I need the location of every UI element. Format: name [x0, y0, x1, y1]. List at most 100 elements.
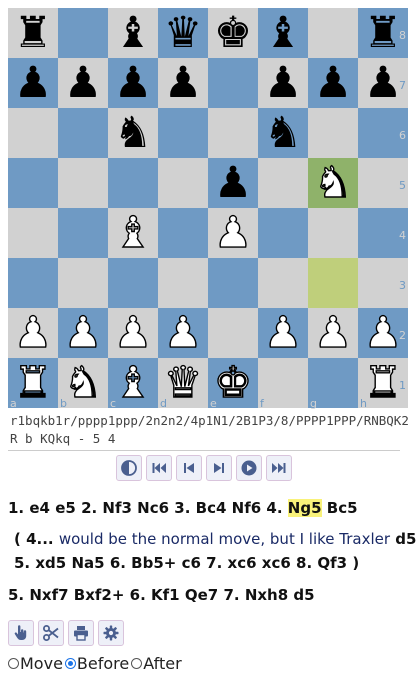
move[interactable]: Qe7	[185, 586, 218, 604]
square-c7[interactable]: ♟	[108, 58, 158, 108]
variation-move[interactable]: Na5	[71, 554, 104, 572]
square-b1[interactable]: ♞ b	[58, 357, 108, 410]
square-a2[interactable]: ♟	[8, 307, 58, 359]
square-h7[interactable]: ♟ 7	[358, 58, 408, 108]
square-g6[interactable]	[308, 108, 358, 158]
white-bishop-icon[interactable]: ♝	[108, 207, 158, 258]
square-f8[interactable]: ♝	[258, 8, 308, 58]
radio-move[interactable]	[8, 658, 19, 669]
square-c8[interactable]: ♝	[108, 8, 158, 58]
square-h4[interactable]: 4	[358, 208, 408, 258]
square-a7[interactable]: ♟	[8, 58, 58, 108]
move[interactable]: 7. Nxh8	[223, 586, 288, 604]
current-move[interactable]: Ng5	[287, 499, 322, 517]
square-a8[interactable]: ♜	[8, 8, 58, 58]
prev-move-button[interactable]	[176, 455, 202, 481]
black-knight-icon[interactable]: ♞	[258, 108, 308, 158]
square-f7[interactable]: ♟	[258, 58, 308, 108]
square-h3[interactable]: 3	[358, 258, 408, 308]
black-bishop-icon[interactable]: ♝	[258, 8, 308, 58]
move[interactable]: 1. e4	[8, 499, 50, 517]
variation-move[interactable]: 7. xc6	[206, 554, 256, 572]
variation-move[interactable]: xc6	[262, 554, 291, 572]
square-e3[interactable]	[208, 258, 258, 308]
black-king-icon[interactable]: ♚	[208, 8, 258, 58]
square-d5[interactable]	[158, 158, 208, 208]
square-g1[interactable]: g	[308, 358, 358, 410]
move[interactable]: 3. Bc4	[174, 499, 226, 517]
square-c2[interactable]: ♟	[108, 307, 158, 359]
variation-move[interactable]: c6	[182, 554, 201, 572]
move[interactable]: e5	[55, 499, 76, 517]
square-b6[interactable]	[58, 108, 108, 158]
next-move-button[interactable]	[206, 455, 232, 481]
square-f2[interactable]: ♟	[258, 307, 308, 359]
square-g4[interactable]	[308, 208, 358, 258]
white-pawn-icon[interactable]: ♟	[108, 307, 158, 358]
square-e8[interactable]: ♚	[208, 8, 258, 58]
square-e7[interactable]	[208, 58, 258, 108]
square-c3[interactable]	[108, 258, 158, 308]
black-queen-icon[interactable]: ♛	[158, 8, 208, 58]
square-f5[interactable]	[258, 158, 308, 208]
square-f4[interactable]	[258, 208, 308, 258]
square-d6[interactable]	[158, 108, 208, 158]
square-f6[interactable]: ♞	[258, 108, 308, 158]
square-h1[interactable]: ♜ 1 h	[358, 357, 408, 410]
square-b7[interactable]: ♟	[58, 58, 108, 108]
chess-board[interactable]: ♜ ♝ ♛ ♚ ♝ ♜ 8 ♟ ♟ ♟ ♟ ♟ ♟ ♟ 7 ♞ ♞ 6 ♟ ♞ 5 ♝ ♟ 4 3 ♟ ♟ ♟ ♟ ♟ ♟ ♟ 2 ♜ a ♞ b ♝ c ♛…	[8, 8, 408, 410]
black-bishop-icon[interactable]: ♝	[108, 8, 158, 58]
white-pawn-icon[interactable]: ♟	[258, 307, 308, 358]
variation-move[interactable]: 8. Qf3	[296, 554, 347, 572]
white-knight-icon[interactable]: ♞	[308, 157, 358, 208]
variation-move[interactable]: 6. Bb5+	[110, 554, 177, 572]
square-d1[interactable]: ♛ d	[158, 357, 208, 410]
square-g8[interactable]	[308, 8, 358, 58]
last-move-button[interactable]	[266, 455, 292, 481]
move[interactable]: Bxf2+	[74, 586, 125, 604]
square-c6[interactable]: ♞	[108, 108, 158, 158]
square-a5[interactable]	[8, 158, 58, 208]
square-e5[interactable]: ♟	[208, 158, 258, 208]
black-pawn-icon[interactable]: ♟	[58, 58, 108, 108]
white-pawn-icon[interactable]: ♟	[158, 307, 208, 358]
cut-button[interactable]	[38, 620, 64, 646]
black-pawn-icon[interactable]: ♟	[258, 58, 308, 108]
flip-board-button[interactable]	[116, 455, 142, 481]
move[interactable]: 2. Nf3	[81, 499, 132, 517]
square-a4[interactable]	[8, 208, 58, 258]
square-d3[interactable]	[158, 258, 208, 308]
square-b2[interactable]: ♟	[58, 307, 108, 359]
square-g7[interactable]: ♟	[308, 58, 358, 108]
move[interactable]: Nc6	[137, 499, 169, 517]
square-c1[interactable]: ♝ c	[108, 357, 158, 410]
first-move-button[interactable]	[146, 455, 172, 481]
square-a1[interactable]: ♜ a	[8, 357, 58, 410]
square-c4[interactable]: ♝	[108, 207, 158, 259]
square-d2[interactable]: ♟	[158, 307, 208, 359]
square-e1[interactable]: ♚ e	[208, 357, 258, 410]
square-h8[interactable]: ♜ 8	[358, 8, 408, 58]
square-h5[interactable]: 5	[358, 158, 408, 208]
move[interactable]: Bc5	[327, 499, 358, 517]
move[interactable]: Nf6	[232, 499, 262, 517]
radio-before[interactable]	[64, 658, 76, 669]
white-pawn-icon[interactable]: ♟	[8, 307, 58, 358]
white-pawn-icon[interactable]: ♟	[308, 307, 358, 358]
square-g5[interactable]: ♞	[308, 157, 358, 209]
black-pawn-icon[interactable]: ♟	[8, 58, 58, 108]
square-f1[interactable]: f	[258, 358, 308, 410]
black-pawn-icon[interactable]: ♟	[208, 158, 258, 208]
square-a3[interactable]	[8, 258, 58, 308]
square-b8[interactable]	[58, 8, 108, 58]
black-pawn-icon[interactable]: ♟	[108, 58, 158, 108]
square-b5[interactable]	[58, 158, 108, 208]
white-pawn-icon[interactable]: ♟	[58, 307, 108, 358]
square-b3[interactable]	[58, 258, 108, 308]
settings-button[interactable]	[98, 620, 124, 646]
print-button[interactable]	[68, 620, 94, 646]
square-b4[interactable]	[58, 208, 108, 258]
move[interactable]: 6. Kf1	[130, 586, 180, 604]
square-g2[interactable]: ♟	[308, 307, 358, 359]
black-pawn-icon[interactable]: ♟	[308, 58, 358, 108]
